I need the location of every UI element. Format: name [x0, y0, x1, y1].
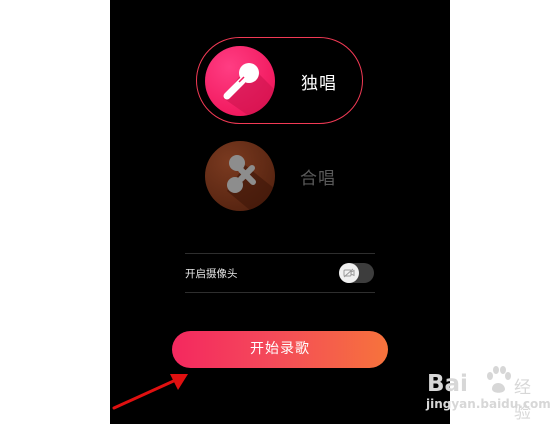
baidu-jingyan-watermark: Bai 经验 jingyan.baidu.com: [424, 360, 551, 423]
baidu-paw-logo-icon: [487, 366, 511, 393]
camera-setting-label: 开启摄像头: [185, 268, 238, 280]
chorus-mode-label: 合唱: [300, 169, 336, 189]
solo-mode-option[interactable]: 独唱: [196, 37, 363, 124]
watermark-text-left: Bai: [427, 371, 468, 397]
red-arrow-annotation-icon: [112, 374, 188, 410]
chorus-mode-circle: [205, 141, 275, 211]
microphone-icon: [223, 63, 275, 116]
camera-toggle[interactable]: [339, 263, 374, 283]
start-recording-button[interactable]: 开始录歌: [172, 331, 388, 368]
watermark-url: jingyan.baidu.com: [426, 397, 551, 411]
solo-mode-label: 独唱: [301, 74, 337, 94]
solo-mode-circle: [205, 46, 275, 116]
two-microphones-icon: [227, 155, 275, 211]
divider-top: [185, 253, 375, 254]
camera-off-icon: [343, 268, 355, 278]
chorus-mode-option[interactable]: 合唱: [196, 133, 363, 220]
divider-bottom: [185, 292, 375, 293]
phone-screen: 独唱 合唱 开启摄像头 开始录歌: [110, 0, 450, 424]
camera-toggle-knob: [339, 263, 359, 283]
